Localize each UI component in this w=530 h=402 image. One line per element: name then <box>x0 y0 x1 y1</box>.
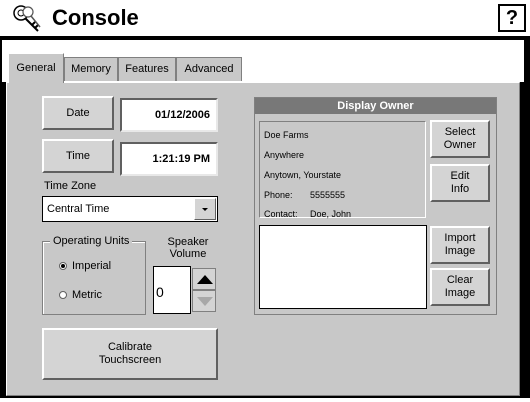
metric-label: Metric <box>72 289 102 301</box>
timezone-value: Central Time <box>47 203 110 215</box>
speaker-volume-label: Speaker Volume <box>167 236 209 260</box>
owner-address1: Anywhere <box>264 150 305 160</box>
tab-general[interactable]: General <box>8 53 64 83</box>
time-button[interactable]: Time <box>42 139 114 173</box>
display-owner-title: Display Owner <box>255 98 496 114</box>
display-owner-panel: Display Owner Doe Farms Anywhere Anytown… <box>254 97 497 315</box>
chevron-down-icon[interactable] <box>194 198 216 220</box>
time-field[interactable]: 1:21:19 PM <box>120 142 218 176</box>
tab-features[interactable]: Features <box>118 57 176 81</box>
timezone-dropdown[interactable]: Central Time <box>42 196 218 222</box>
owner-contact: Doe, John <box>310 209 352 219</box>
owner-image-box <box>259 225 427 309</box>
speaker-volume-field[interactable]: 0 <box>153 266 191 314</box>
owner-contact-label: Contact: <box>264 209 298 219</box>
edit-info-button[interactable]: Edit Info <box>430 164 490 202</box>
select-owner-button[interactable]: Select Owner <box>430 120 490 158</box>
console-window: Console ? General Memory Features Advanc… <box>0 0 530 402</box>
timezone-label: Time Zone <box>44 180 97 192</box>
operating-units-title: Operating Units <box>50 235 133 247</box>
title-bar: Console ? <box>0 0 530 38</box>
owner-phone: 5555555 <box>310 190 346 200</box>
clear-image-button[interactable]: Clear Image <box>430 268 490 306</box>
arrow-down-icon[interactable] <box>192 290 216 312</box>
owner-address2: Anytown, Yourstate <box>264 170 342 180</box>
import-image-button[interactable]: Import Image <box>430 226 490 264</box>
imperial-label: Imperial <box>72 260 112 272</box>
tab-memory[interactable]: Memory <box>64 57 118 81</box>
tab-advanced[interactable]: Advanced <box>176 57 242 81</box>
date-button[interactable]: Date <box>42 96 114 130</box>
owner-info-box: Doe Farms Anywhere Anytown, Yourstate Ph… <box>259 121 426 219</box>
calibrate-touchscreen-button[interactable]: Calibrate Touchscreen <box>42 328 218 380</box>
date-field[interactable]: 01/12/2006 <box>120 98 218 132</box>
owner-phone-label: Phone: <box>264 190 293 200</box>
bottom-edge <box>0 398 530 402</box>
owner-name: Doe Farms <box>264 130 309 140</box>
keys-icon <box>10 3 46 35</box>
operating-units-group <box>42 241 146 315</box>
help-button[interactable]: ? <box>498 4 526 32</box>
radio-metric[interactable] <box>59 291 67 299</box>
arrow-up-icon[interactable] <box>192 268 216 290</box>
window-title: Console <box>52 5 139 30</box>
radio-imperial[interactable] <box>59 262 67 270</box>
